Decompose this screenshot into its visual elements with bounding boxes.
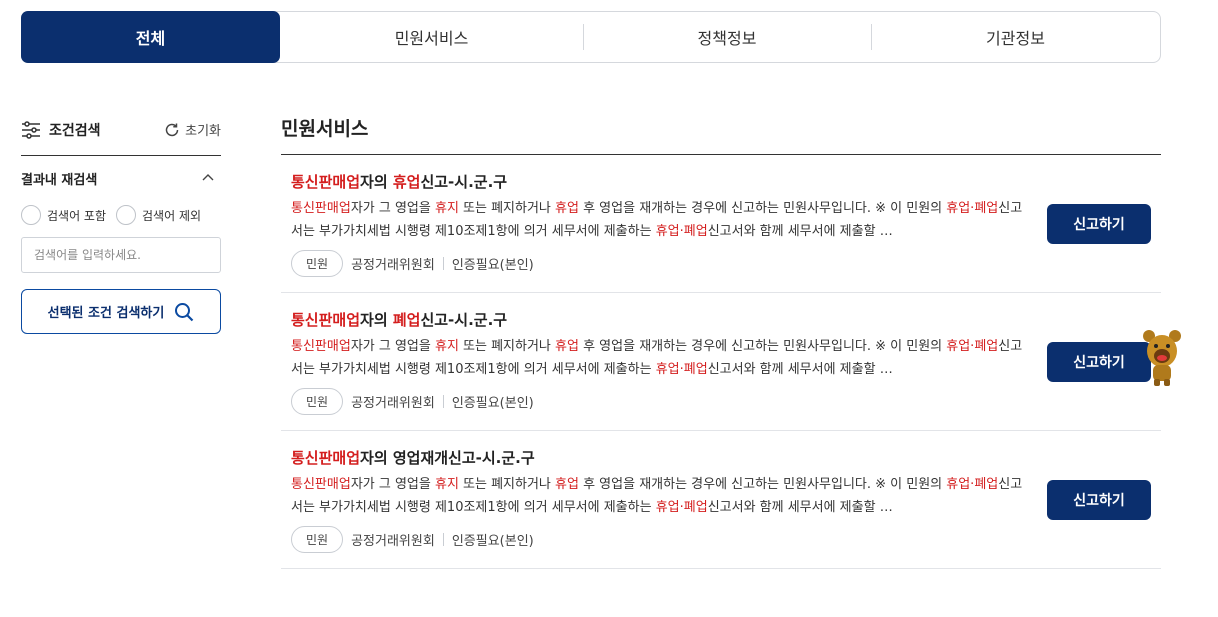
agency-name: 공정거래위원회 [351, 258, 435, 273]
meta-divider [442, 395, 444, 408]
radio-exclude-label: 검색어 제외 [142, 208, 202, 223]
radio-include-circle[interactable] [21, 205, 41, 225]
result-title[interactable]: 통신판매업자의 폐업신고-시.군.구 [291, 309, 1151, 333]
agency-name: 공정거래위원회 [351, 534, 435, 549]
tab-all[interactable]: 전체 [21, 11, 280, 63]
radio-exclude-circle[interactable] [116, 205, 137, 225]
desc-highlight: 휴업·폐업 [946, 201, 999, 216]
auth-requirement: 인증필요(본인) [451, 258, 534, 273]
search-input[interactable] [21, 237, 221, 273]
filter-sidebar: 조건검색 초기화 결과내 재검색 검색어 포함 검색어 제외 선택된 조건 검색… [21, 114, 221, 334]
desc-highlight: 휴지 [434, 201, 459, 216]
results-section: 민원서비스 통신판매업자의 휴업신고-시.군.구 통신판매업자가 그 영업을 휴… [281, 114, 1161, 569]
result-title[interactable]: 통신판매업자의 영업재개신고-시.군.구 [291, 447, 1151, 471]
filter-title: 조건검색 [21, 120, 101, 140]
desc-highlight: 통신판매업 [291, 339, 351, 354]
desc-highlight: 휴업·폐업 [655, 224, 708, 239]
sliders-icon [22, 120, 40, 139]
desc-text: 자가 그 영업을 [350, 201, 435, 216]
result-description: 통신판매업자가 그 영업을 휴지 또는 폐지하거나 휴업 후 영업을 재개하는 … [291, 335, 1025, 381]
title-text: 자의 [360, 173, 393, 191]
reset-button[interactable]: 초기화 [164, 120, 221, 139]
refine-search-header[interactable]: 결과내 재검색 [21, 168, 221, 188]
desc-highlight: 휴업 [555, 339, 579, 354]
desc-highlight: 휴업·폐업 [655, 362, 708, 377]
desc-text: 자가 그 영업을 [350, 477, 435, 492]
desc-highlight: 휴업 [555, 201, 579, 216]
report-button[interactable]: 신고하기 [1047, 479, 1151, 520]
auth-requirement: 인증필요(본인) [451, 534, 534, 549]
type-chip: 민원 [291, 526, 344, 553]
result-meta: 민원 공정거래위원회 인증필요(본인) [291, 526, 1151, 553]
refine-search-label: 결과내 재검색 [21, 172, 98, 188]
desc-highlight: 휴업 [555, 477, 579, 492]
tab-civil-service[interactable]: 민원서비스 [280, 12, 583, 62]
refresh-icon [165, 123, 179, 136]
desc-highlight: 휴업·폐업 [946, 477, 999, 492]
reset-label: 초기화 [185, 124, 221, 139]
desc-highlight: 휴업·폐업 [655, 500, 708, 515]
desc-text: 신고서와 함께 세무서에 제출할 … [707, 500, 893, 515]
title-text: 신고-시.군.구 [420, 173, 508, 191]
title-highlight: 통신판매업 [291, 173, 361, 191]
result-item: 통신판매업자의 휴업신고-시.군.구 통신판매업자가 그 영업을 휴지 또는 폐… [281, 155, 1161, 293]
desc-highlight: 통신판매업 [291, 201, 351, 216]
chevron-up-icon[interactable] [201, 173, 215, 183]
meta-divider [442, 533, 444, 546]
desc-text: 신고서와 함께 세무서에 제출할 … [707, 362, 893, 377]
result-title[interactable]: 통신판매업자의 휴업신고-시.군.구 [291, 171, 1151, 195]
meta-divider [442, 257, 444, 270]
result-item: 통신판매업자의 폐업신고-시.군.구 통신판매업자가 그 영업을 휴지 또는 폐… [281, 293, 1161, 431]
section-title: 민원서비스 [281, 114, 1161, 155]
title-highlight: 휴업 [392, 173, 421, 191]
report-button[interactable]: 신고하기 [1047, 203, 1151, 244]
type-chip: 민원 [291, 250, 344, 277]
desc-text: 후 영업을 재개하는 경우에 신고하는 민원사무입니다. ※ 이 민원의 [578, 339, 947, 354]
title-highlight: 통신판매업 [291, 449, 361, 467]
auth-requirement: 인증필요(본인) [451, 396, 534, 411]
desc-text: 또는 폐지하거나 [458, 339, 556, 354]
filter-header: 조건검색 초기화 [21, 114, 221, 156]
radio-include-label: 검색어 포함 [47, 208, 107, 223]
desc-text: 또는 폐지하거나 [458, 201, 556, 216]
result-description: 통신판매업자가 그 영업을 휴지 또는 폐지하거나 휴업 후 영업을 재개하는 … [291, 473, 1025, 519]
result-meta: 민원 공정거래위원회 인증필요(본인) [291, 250, 1151, 277]
report-button[interactable]: 신고하기 [1047, 341, 1151, 382]
desc-highlight: 통신판매업 [291, 477, 351, 492]
title-text: 자의 영업재개신고-시.군.구 [360, 449, 535, 467]
apply-filter-search-button[interactable]: 선택된 조건 검색하기 [21, 289, 221, 334]
result-description: 통신판매업자가 그 영업을 휴지 또는 폐지하거나 휴업 후 영업을 재개하는 … [291, 197, 1025, 243]
radio-exclude[interactable]: 검색어 제외 [116, 205, 201, 225]
radio-include[interactable]: 검색어 포함 [21, 205, 106, 225]
apply-filter-label: 선택된 조건 검색하기 [47, 306, 165, 321]
tab-agency-info[interactable]: 기관정보 [871, 12, 1160, 62]
agency-name: 공정거래위원회 [351, 396, 435, 411]
title-highlight: 폐업 [392, 311, 421, 329]
tab-policy-info[interactable]: 정책정보 [583, 12, 871, 62]
desc-highlight: 휴지 [434, 477, 459, 492]
category-tabs: 전체 민원서비스 정책정보 기관정보 [21, 11, 1161, 63]
bear-mascot-icon[interactable] [1142, 329, 1182, 387]
desc-text: 후 영업을 재개하는 경우에 신고하는 민원사무입니다. ※ 이 민원의 [578, 477, 947, 492]
desc-text: 후 영업을 재개하는 경우에 신고하는 민원사무입니다. ※ 이 민원의 [578, 201, 947, 216]
title-text: 신고-시.군.구 [420, 311, 508, 329]
result-meta: 민원 공정거래위원회 인증필요(본인) [291, 388, 1151, 415]
search-icon [175, 302, 194, 321]
type-chip: 민원 [291, 388, 344, 415]
title-highlight: 통신판매업 [291, 311, 361, 329]
search-mode-radios: 검색어 포함 검색어 제외 [21, 205, 221, 225]
desc-text: 자가 그 영업을 [350, 339, 435, 354]
desc-highlight: 휴업·폐업 [946, 339, 999, 354]
filter-title-label: 조건검색 [49, 122, 101, 139]
desc-text: 또는 폐지하거나 [458, 477, 556, 492]
desc-highlight: 휴지 [434, 339, 459, 354]
desc-text: 신고서와 함께 세무서에 제출할 … [707, 224, 893, 239]
result-item: 통신판매업자의 영업재개신고-시.군.구 통신판매업자가 그 영업을 휴지 또는… [281, 431, 1161, 569]
title-text: 자의 [360, 311, 393, 329]
